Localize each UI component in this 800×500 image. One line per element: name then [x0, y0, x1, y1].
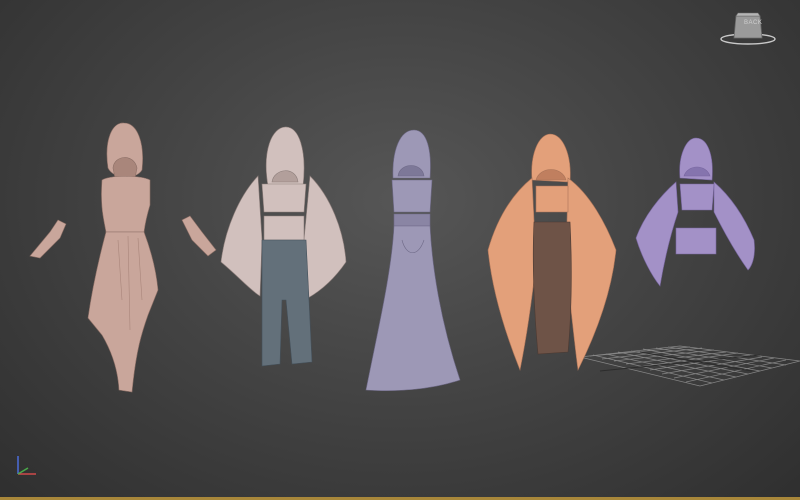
model-hooded-long-gown[interactable] [365, 129, 461, 391]
viewcube-icon[interactable] [718, 8, 778, 48]
scene-canvas[interactable] [0, 0, 800, 500]
model-hooded-crop-top-with-bell-sleeves[interactable] [635, 137, 755, 287]
3d-viewport[interactable]: BACK [0, 0, 800, 500]
viewcube[interactable]: BACK [718, 8, 778, 48]
axis-gizmo-icon [17, 456, 36, 475]
model-hooded-wide-sleeve-top-and-skirt[interactable] [487, 133, 617, 372]
model-hooded-asymmetric-dress[interactable] [29, 122, 217, 393]
grid-plane[interactable] [579, 345, 800, 387]
model-hooded-cape-top-and-pants[interactable] [220, 126, 347, 367]
viewcube-label: BACK [744, 20, 763, 26]
